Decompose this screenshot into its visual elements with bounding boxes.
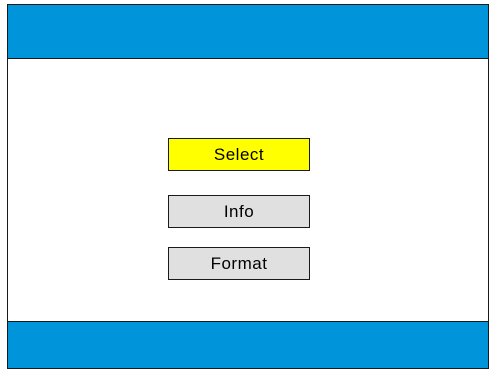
format-button[interactable]: Format	[168, 247, 310, 280]
select-button[interactable]: Select	[168, 138, 310, 171]
screen-frame: Select Info Format	[7, 4, 489, 369]
bottom-bar	[8, 321, 488, 368]
info-button[interactable]: Info	[168, 195, 310, 228]
top-bar	[8, 5, 488, 59]
